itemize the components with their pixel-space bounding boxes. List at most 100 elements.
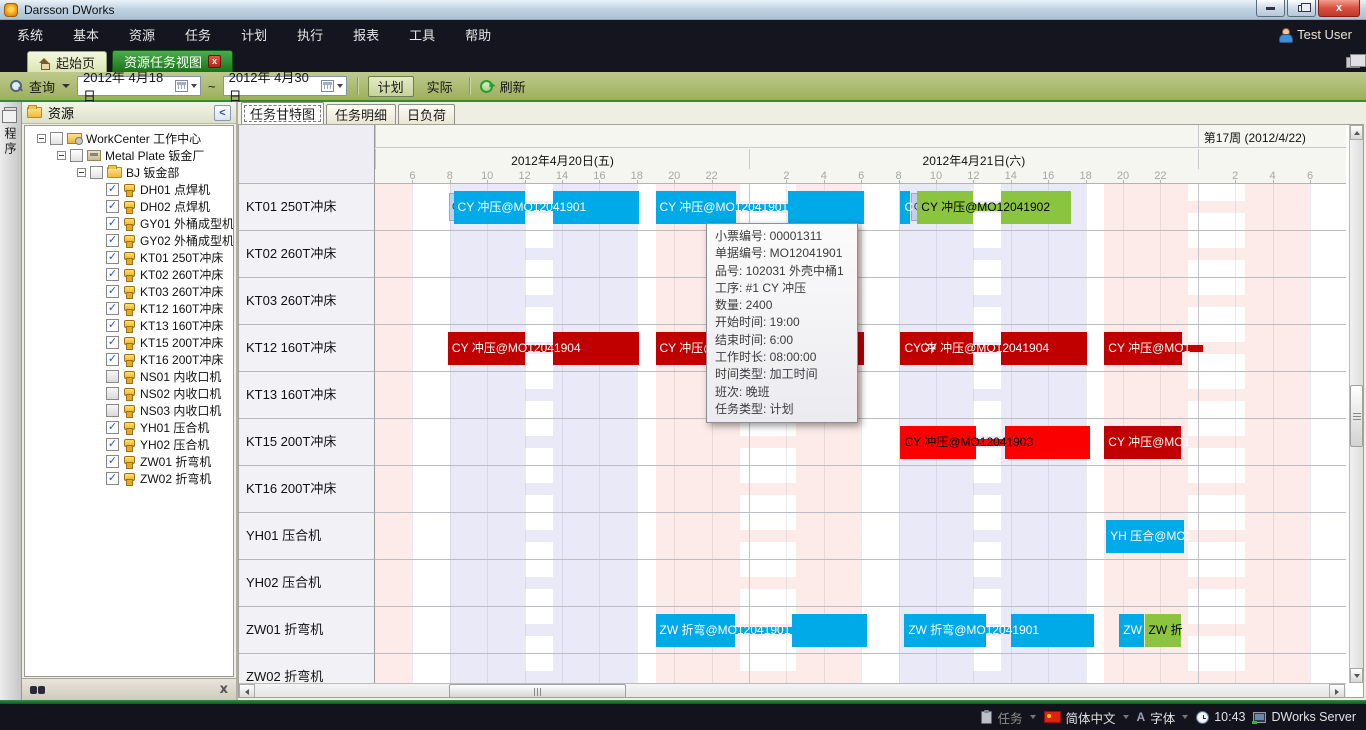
task-bar-segment[interactable] xyxy=(976,439,1005,446)
side-strip-label[interactable]: 程序 xyxy=(2,127,19,157)
menu-item[interactable]: 基本 xyxy=(58,25,114,44)
task-bar-segment[interactable] xyxy=(900,426,976,459)
task-bar-segment[interactable] xyxy=(454,191,525,224)
task-bar-segment[interactable] xyxy=(1001,332,1086,365)
tree-checkbox[interactable]: ✓ xyxy=(106,438,119,451)
menu-item[interactable]: 工具 xyxy=(394,25,450,44)
tree-node[interactable]: ✓DH02 点焊机 xyxy=(25,198,233,215)
task-bar-segment[interactable] xyxy=(973,204,1001,211)
query-dropdown-icon[interactable] xyxy=(62,84,70,88)
plan-toggle-button[interactable]: 计划 xyxy=(368,76,414,97)
tree-node[interactable]: NS03 内收口机 xyxy=(25,402,233,419)
scroll-right-button[interactable] xyxy=(1329,684,1345,698)
actual-toggle-button[interactable]: 实际 xyxy=(421,77,459,96)
tree-node[interactable]: ✓KT16 200T冲床 xyxy=(25,351,233,368)
task-bar-segment[interactable] xyxy=(736,204,788,211)
task-bar-segment[interactable] xyxy=(1104,332,1182,365)
scroll-up-button[interactable] xyxy=(1350,125,1363,140)
task-bar-segment[interactable] xyxy=(900,332,916,365)
view-tab[interactable]: 任务明细 xyxy=(326,104,396,124)
tree-checkbox[interactable]: ✓ xyxy=(106,268,119,281)
tree-node[interactable]: ✓YH01 压合机 xyxy=(25,419,233,436)
tree-node[interactable]: ✓ZW02 折弯机 xyxy=(25,470,233,487)
task-bar-segment[interactable] xyxy=(788,191,864,224)
tree-node[interactable]: ✓KT13 160T冲床 xyxy=(25,317,233,334)
tree-checkbox[interactable]: ✓ xyxy=(106,302,119,315)
tree-node[interactable]: ✓YH02 压合机 xyxy=(25,436,233,453)
task-bar-segment[interactable] xyxy=(917,191,973,224)
vertical-scroll-thumb[interactable] xyxy=(1350,385,1363,447)
tree-checkbox[interactable] xyxy=(106,387,119,400)
task-bar-segment[interactable] xyxy=(525,204,553,211)
tree-expander-icon[interactable] xyxy=(77,168,86,177)
task-bar-segment[interactable] xyxy=(553,191,639,224)
task-bar-segment[interactable] xyxy=(735,627,792,634)
tree-checkbox[interactable] xyxy=(50,132,63,145)
status-font-menu[interactable]: A 字体 xyxy=(1137,708,1189,727)
tree-node[interactable]: ✓KT03 260T冲床 xyxy=(25,283,233,300)
task-bar-segment[interactable] xyxy=(904,614,986,647)
tree-checkbox[interactable]: ✓ xyxy=(106,200,119,213)
date-from-dropdown-icon[interactable] xyxy=(191,84,197,88)
vertical-scrollbar[interactable] xyxy=(1349,125,1363,683)
task-bar-segment[interactable] xyxy=(1005,426,1090,459)
tree-checkbox[interactable]: ✓ xyxy=(106,183,119,196)
query-button[interactable]: 查询 xyxy=(29,77,55,96)
tree-node[interactable]: BJ 钣金部 xyxy=(25,164,233,181)
task-bar-segment[interactable] xyxy=(656,191,736,224)
task-bar-segment[interactable] xyxy=(1011,614,1094,647)
tree-node[interactable]: ✓ZW01 折弯机 xyxy=(25,453,233,470)
task-bar-segment[interactable] xyxy=(1104,426,1181,459)
calendar-icon[interactable] xyxy=(175,80,188,92)
horizontal-scrollbar[interactable] xyxy=(239,683,1346,698)
tree-checkbox[interactable] xyxy=(90,166,103,179)
minimize-button[interactable] xyxy=(1256,0,1285,17)
tree-node[interactable]: ✓GY01 外桶成型机 xyxy=(25,215,233,232)
tab-close-icon[interactable]: x xyxy=(208,55,221,68)
task-bar-segment[interactable] xyxy=(900,191,909,224)
cascade-windows-icon[interactable] xyxy=(1346,57,1360,68)
tab-resource-task-view[interactable]: 资源任务视图 x xyxy=(112,50,233,72)
panels-icon[interactable] xyxy=(4,107,17,118)
status-language-menu[interactable]: 简体中文 xyxy=(1044,708,1129,727)
menu-item[interactable]: 计划 xyxy=(226,25,282,44)
horizontal-scroll-thumb[interactable] xyxy=(449,684,626,698)
date-from-field[interactable]: 2012年 4月18日 xyxy=(77,76,201,96)
menu-item[interactable]: 资源 xyxy=(114,25,170,44)
tree-node[interactable]: Metal Plate 钣金厂 xyxy=(25,147,233,164)
restore-button[interactable] xyxy=(1287,0,1316,17)
tree-node[interactable]: ✓KT12 160T冲床 xyxy=(25,300,233,317)
tree-node[interactable]: ✓KT15 200T冲床 xyxy=(25,334,233,351)
tree-checkbox[interactable]: ✓ xyxy=(106,472,119,485)
refresh-button[interactable]: 刷新 xyxy=(500,77,526,96)
tree-checkbox[interactable] xyxy=(106,404,119,417)
task-bar-segment[interactable] xyxy=(1106,520,1184,553)
menu-item[interactable]: 系统 xyxy=(2,25,58,44)
task-bar-segment[interactable] xyxy=(986,627,1010,634)
date-to-field[interactable]: 2012年 4月30日 xyxy=(223,76,347,96)
tree-checkbox[interactable]: ✓ xyxy=(106,319,119,332)
tree-node[interactable]: ✓KT02 260T冲床 xyxy=(25,266,233,283)
menu-item[interactable]: 帮助 xyxy=(450,25,506,44)
menu-item[interactable]: 报表 xyxy=(338,25,394,44)
tree-expander-icon[interactable] xyxy=(37,134,46,143)
view-tab[interactable]: 任务甘特图 xyxy=(241,102,324,124)
tree-checkbox[interactable]: ✓ xyxy=(106,353,119,366)
task-bar-segment[interactable] xyxy=(916,332,973,365)
task-bar-segment[interactable] xyxy=(525,345,553,352)
tree-checkbox[interactable] xyxy=(70,149,83,162)
task-bar-segment[interactable] xyxy=(1119,614,1144,647)
tree-checkbox[interactable]: ✓ xyxy=(106,421,119,434)
tree-checkbox[interactable]: ✓ xyxy=(106,234,119,247)
task-bar-segment[interactable] xyxy=(1182,345,1204,352)
tree-checkbox[interactable]: ✓ xyxy=(106,217,119,230)
task-bar-segment[interactable] xyxy=(656,614,735,647)
tab-start-page[interactable]: 起始页 xyxy=(27,51,107,72)
user-indicator[interactable]: Test User xyxy=(1279,27,1352,42)
scroll-left-button[interactable] xyxy=(239,684,255,698)
find-icon[interactable] xyxy=(30,685,45,695)
date-to-dropdown-icon[interactable] xyxy=(337,84,343,88)
panel-close-icon[interactable]: x xyxy=(220,682,228,697)
tree-node[interactable]: ✓DH01 点焊机 xyxy=(25,181,233,198)
tree-node[interactable]: ✓KT01 250T冲床 xyxy=(25,249,233,266)
